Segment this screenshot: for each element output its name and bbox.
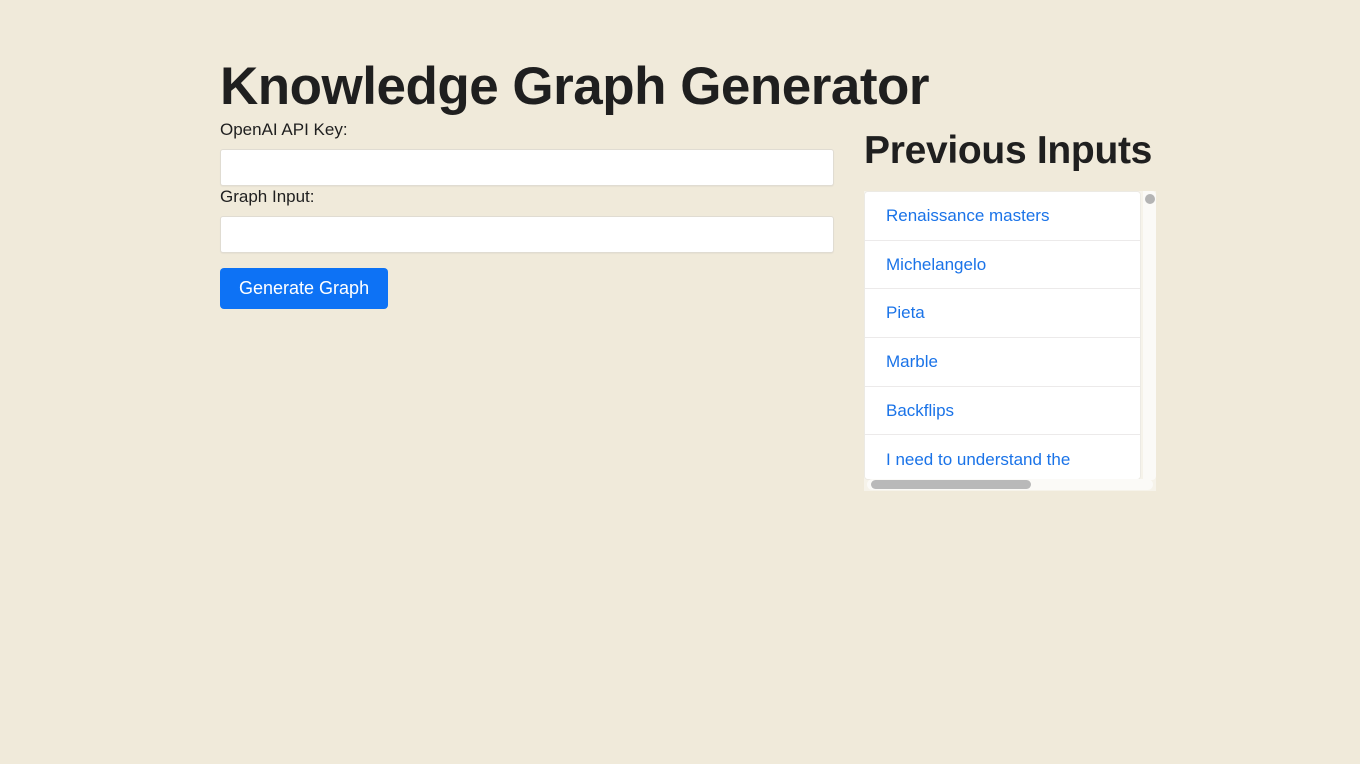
list-item[interactable]: Pieta (865, 289, 1140, 339)
api-key-input[interactable] (220, 148, 834, 186)
list-item[interactable]: Backflips (865, 386, 1140, 436)
app-root: Knowledge Graph Generator OpenAI API Key… (0, 0, 1360, 764)
horizontal-scrollbar[interactable] (867, 479, 1153, 491)
previous-inputs-scroll-area: Renaissance masters Michelangelo Pieta M… (864, 191, 1156, 492)
previous-input-link[interactable]: Marble (886, 352, 938, 372)
previous-input-link[interactable]: Renaissance masters (886, 206, 1049, 226)
previous-inputs-title: Previous Inputs (864, 129, 1153, 172)
previous-inputs-list: Renaissance masters Michelangelo Pieta M… (864, 191, 1141, 481)
horizontal-scrollbar-thumb[interactable] (871, 480, 1031, 490)
vertical-scrollbar[interactable] (1143, 191, 1156, 481)
vertical-scrollbar-thumb[interactable] (1145, 194, 1155, 205)
previous-input-link[interactable]: Pieta (886, 303, 925, 323)
list-item[interactable]: Renaissance masters (865, 192, 1140, 241)
previous-input-link[interactable]: I need to understand the (886, 450, 1070, 470)
page-title: Knowledge Graph Generator (220, 57, 930, 116)
previous-input-link[interactable]: Michelangelo (886, 255, 986, 275)
list-item[interactable]: Marble (865, 338, 1140, 387)
graph-input-label: Graph Input: (220, 186, 315, 206)
list-item[interactable]: I need to understand the (865, 435, 1140, 480)
main-form-column: Knowledge Graph Generator OpenAI API Key… (220, 56, 930, 309)
previous-inputs-column: Previous Inputs Renaissance masters Mich… (864, 128, 1164, 492)
list-item[interactable]: Michelangelo (865, 240, 1140, 290)
generate-graph-button[interactable]: Generate Graph (220, 267, 389, 309)
api-key-label: OpenAI API Key: (220, 119, 348, 139)
graph-input-field[interactable] (220, 215, 834, 253)
previous-input-link[interactable]: Backflips (886, 401, 954, 421)
